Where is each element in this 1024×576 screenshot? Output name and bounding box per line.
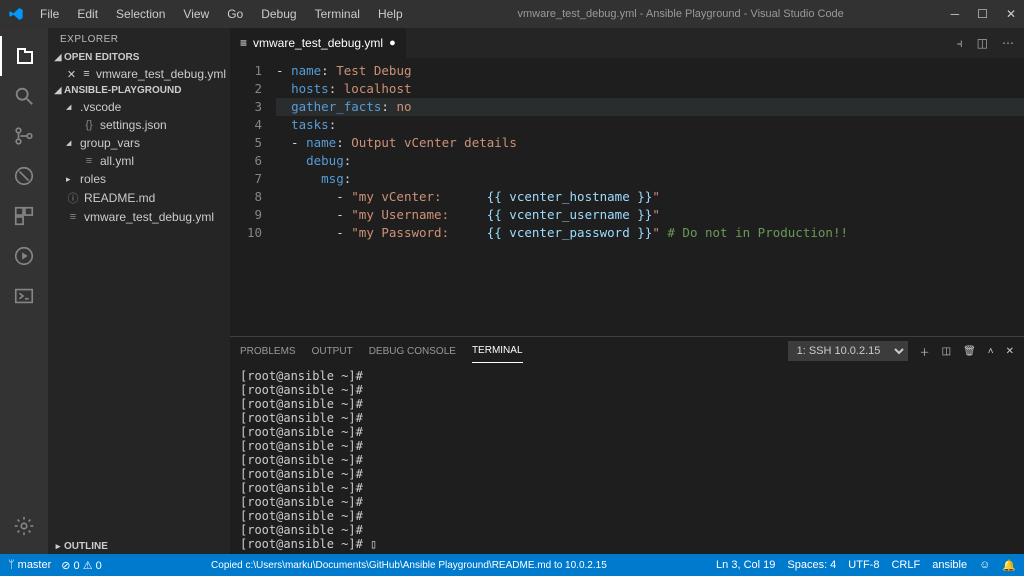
menu-view[interactable]: View [175,3,217,25]
maximize-icon[interactable]: ☐ [977,7,988,21]
file-item[interactable]: {} settings.json [48,116,230,134]
folder-item[interactable]: group_vars [48,134,230,152]
activity-bar [0,28,48,554]
tab-bar: ≡ vmware_test_debug.yml ● ⫞ ◫ ⋯ [230,28,1024,58]
file-item[interactable]: ≡ vmware_test_debug.yml [48,208,230,226]
notifications-icon[interactable]: 🔔 [1002,559,1016,572]
split-vertical-icon[interactable]: ⫞ [957,36,963,51]
tree-item-label: settings.json [100,118,167,132]
window-title: vmware_test_debug.yml - Ansible Playgrou… [411,8,951,20]
panel-tab-problems[interactable]: PROBLEMS [240,340,296,363]
kill-terminal-icon[interactable]: 🗑 [963,340,976,363]
file-icon: {} [82,119,96,131]
folder-item[interactable]: .vscode [48,98,230,116]
cursor-position[interactable]: Ln 3, Col 19 [716,559,775,571]
chevron-down-icon: ◢ [52,52,64,63]
editor-area: ≡ vmware_test_debug.yml ● ⫞ ◫ ⋯ 12345678… [230,28,1024,554]
feedback-icon[interactable]: ☺ [979,559,990,571]
indent[interactable]: Spaces: 4 [787,559,836,571]
language-mode[interactable]: ansible [932,559,967,571]
folder-section[interactable]: ◢ ANSIBLE-PLAYGROUND [48,83,230,98]
window-controls: ─ ☐ ✕ [951,7,1016,21]
chevron-down-icon: ◢ [52,85,64,96]
tree-item-label: README.md [84,191,155,205]
tree-item-label: roles [80,172,106,186]
file-icon: ≡ [82,155,96,167]
folder-item[interactable]: roles [48,170,230,188]
editor-tab[interactable]: ≡ vmware_test_debug.yml ● [230,28,407,58]
unsaved-icon[interactable]: ✕ [66,68,77,81]
azure-icon[interactable] [0,236,48,276]
split-editor-icon[interactable]: ◫ [977,36,988,50]
tree-item-label: .vscode [80,100,121,114]
new-terminal-icon[interactable]: ＋ [920,338,930,365]
file-icon: ≡ [81,68,92,80]
file-icon: ⓘ [66,190,80,206]
code-editor[interactable]: 12345678910 - name: Test Debug hosts: lo… [230,58,1024,336]
menu-help[interactable]: Help [370,3,411,25]
file-item[interactable]: ≡ all.yml [48,152,230,170]
terminal-selector[interactable]: 1: SSH 10.0.2.15 [788,341,908,361]
powershell-icon[interactable] [0,276,48,316]
source-control-icon[interactable] [0,116,48,156]
menu-file[interactable]: File [32,3,67,25]
terminal[interactable]: [root@ansible ~]#[root@ansible ~]#[root@… [230,365,1024,554]
file-item[interactable]: ⓘ README.md [48,188,230,208]
tree-item-label: all.yml [100,154,134,168]
extensions-icon[interactable] [0,196,48,236]
bottom-panel: PROBLEMS OUTPUT DEBUG CONSOLE TERMINAL 1… [230,336,1024,554]
search-icon[interactable] [0,76,48,116]
sidebar: EXPLORER ◢ OPEN EDITORS ✕ ≡ vmware_test_… [48,28,230,554]
maximize-panel-icon[interactable]: ˄ [988,340,994,363]
menu-terminal[interactable]: Terminal [307,3,368,25]
panel-tab-output[interactable]: OUTPUT [312,340,353,363]
eol[interactable]: CRLF [891,559,920,571]
git-branch[interactable]: ᛘ master [8,559,51,571]
open-editor-label: vmware_test_debug.yml [96,67,226,81]
menu-bar: File Edit Selection View Go Debug Termin… [32,3,411,25]
panel-tab-terminal[interactable]: TERMINAL [472,339,523,363]
close-panel-icon[interactable]: ✕ [1006,340,1014,363]
panel-tab-debug-console[interactable]: DEBUG CONSOLE [369,340,456,363]
sidebar-title: EXPLORER [48,28,230,50]
unsaved-dot-icon[interactable]: ● [389,37,396,49]
vscode-logo-icon [8,6,24,22]
menu-go[interactable]: Go [219,3,251,25]
chevron-right-icon: ▸ [52,541,64,552]
encoding[interactable]: UTF-8 [848,559,879,571]
explorer-icon[interactable] [0,36,48,76]
more-icon[interactable]: ⋯ [1002,36,1014,50]
debug-icon[interactable] [0,156,48,196]
status-bar: ᛘ master ⊘ 0 ⚠ 0 Copied c:\Users\marku\D… [0,554,1024,576]
menu-selection[interactable]: Selection [108,3,173,25]
open-editor-item[interactable]: ✕ ≡ vmware_test_debug.yml [48,65,230,83]
file-icon: ≡ [240,36,247,50]
close-icon[interactable]: ✕ [1006,7,1016,21]
menu-debug[interactable]: Debug [253,3,304,25]
status-message: Copied c:\Users\marku\Documents\GitHub\A… [112,560,706,571]
split-terminal-icon[interactable]: ◫ [942,340,951,363]
file-icon: ≡ [66,211,80,223]
outline-section[interactable]: ▸ OUTLINE [48,539,230,554]
tab-label: vmware_test_debug.yml [253,36,383,50]
status-problems[interactable]: ⊘ 0 ⚠ 0 [61,559,101,572]
folder-label: ANSIBLE-PLAYGROUND [64,85,181,96]
open-editors-label: OPEN EDITORS [64,52,139,63]
outline-label: OUTLINE [64,541,108,552]
tree-item-label: group_vars [80,136,140,150]
menu-edit[interactable]: Edit [69,3,106,25]
open-editors-section[interactable]: ◢ OPEN EDITORS [48,50,230,65]
settings-gear-icon[interactable] [0,506,48,546]
tree-item-label: vmware_test_debug.yml [84,210,214,224]
title-bar: File Edit Selection View Go Debug Termin… [0,0,1024,28]
minimize-icon[interactable]: ─ [951,7,960,21]
